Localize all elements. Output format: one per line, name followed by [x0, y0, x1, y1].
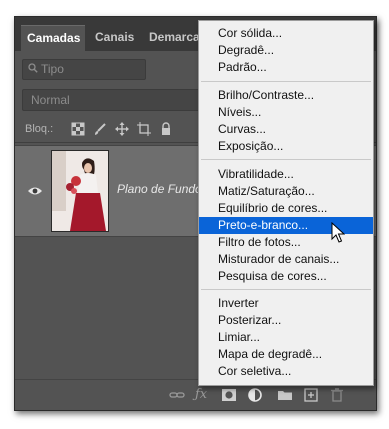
lock-position-move-icon[interactable]	[115, 122, 129, 136]
lock-transparent-pixels-icon[interactable]	[71, 122, 85, 136]
adjustment-layer-menu: Cor sólida... Degradê... Padrão... Brilh…	[198, 20, 374, 386]
menu-item-mapa-de-degrade[interactable]: Mapa de degradê...	[199, 346, 373, 363]
lock-all-icon[interactable]	[159, 122, 173, 136]
menu-item-degrade[interactable]: Degradê...	[199, 42, 373, 59]
menu-item-matiz-saturacao[interactable]: Matiz/Saturação...	[199, 183, 373, 200]
link-icon[interactable]	[169, 387, 185, 403]
menu-item-vibratilidade[interactable]: Vibratilidade...	[199, 166, 373, 183]
menu-item-preto-e-branco[interactable]: Preto-e-branco...	[199, 217, 373, 234]
menu-item-inverter[interactable]: Inverter	[199, 295, 373, 312]
menu-separator	[201, 289, 371, 290]
menu-item-niveis[interactable]: Níveis...	[199, 104, 373, 121]
lock-artboard-icon[interactable]	[137, 122, 151, 136]
layer-thumbnail[interactable]	[51, 150, 109, 232]
blend-mode-select[interactable]: Normal	[22, 89, 200, 111]
menu-item-posterizar[interactable]: Posterizar...	[199, 312, 373, 329]
menu-item-padrao[interactable]: Padrão...	[199, 59, 373, 76]
lock-image-pixels-brush-icon[interactable]	[93, 122, 107, 136]
tab-camadas[interactable]: Camadas	[21, 25, 85, 51]
mouse-pointer-icon	[331, 222, 345, 243]
menu-item-exposicao[interactable]: Exposição...	[199, 138, 373, 155]
menu-item-curvas[interactable]: Curvas...	[199, 121, 373, 138]
fx-layer-style-icon[interactable]: ƒx	[195, 387, 211, 403]
menu-item-pesquisa-de-cores[interactable]: Pesquisa de cores...	[199, 268, 373, 285]
search-filter-value: Tipo	[41, 62, 64, 76]
lock-label: Bloq.:	[25, 123, 54, 135]
menu-item-cor-seletiva[interactable]: Cor seletiva...	[199, 363, 373, 380]
add-mask-icon[interactable]	[221, 387, 237, 403]
adjustment-layer-icon[interactable]	[247, 387, 263, 403]
menu-separator	[201, 81, 371, 82]
blend-mode-value: Normal	[31, 93, 70, 107]
new-layer-icon[interactable]	[303, 387, 319, 403]
trash-delete-icon[interactable]	[329, 387, 345, 403]
layer-name[interactable]: Plano de Fundo	[117, 182, 202, 196]
folder-group-icon[interactable]	[277, 387, 293, 403]
tab-canais[interactable]: Canais	[89, 25, 139, 51]
menu-item-limiar[interactable]: Limiar...	[199, 329, 373, 346]
menu-item-misturador-de-canais[interactable]: Misturador de canais...	[199, 251, 373, 268]
search-icon	[28, 60, 38, 79]
menu-item-brilho-contraste[interactable]: Brilho/Contraste...	[199, 87, 373, 104]
menu-item-equilibrio-de-cores[interactable]: Equilíbrio de cores...	[199, 200, 373, 217]
menu-item-filtro-de-fotos[interactable]: Filtro de fotos...	[199, 234, 373, 251]
eye-visibility-icon[interactable]	[27, 184, 43, 196]
menu-separator	[201, 159, 371, 160]
menu-item-cor-solida[interactable]: Cor sólida...	[199, 25, 373, 42]
layer-filter-search[interactable]: Tipo	[22, 59, 146, 80]
